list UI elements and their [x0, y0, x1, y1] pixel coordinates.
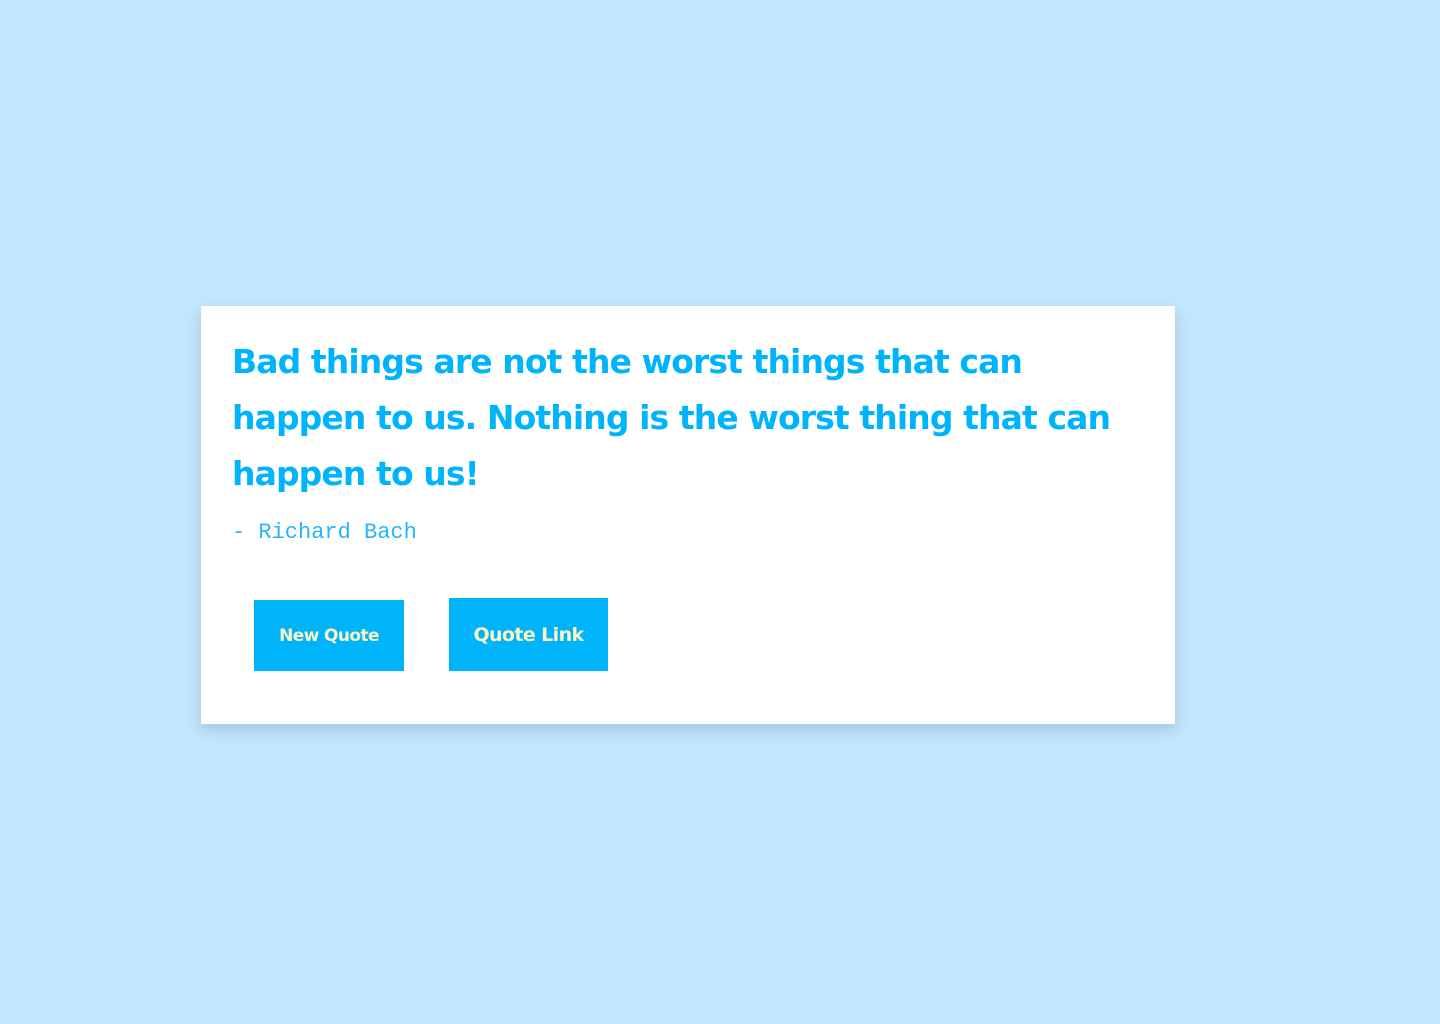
quote-card: Bad things are not the worst things that…	[201, 306, 1175, 724]
quote-text: Bad things are not the worst things that…	[232, 342, 1111, 493]
quote-author: - Richard Bach	[232, 520, 417, 545]
page: { "colors": { "background": "#c4e7fe", "…	[0, 0, 1440, 1024]
new-quote-button[interactable]: New Quote	[254, 600, 404, 671]
quote-link-button[interactable]: Quote Link	[449, 598, 608, 671]
